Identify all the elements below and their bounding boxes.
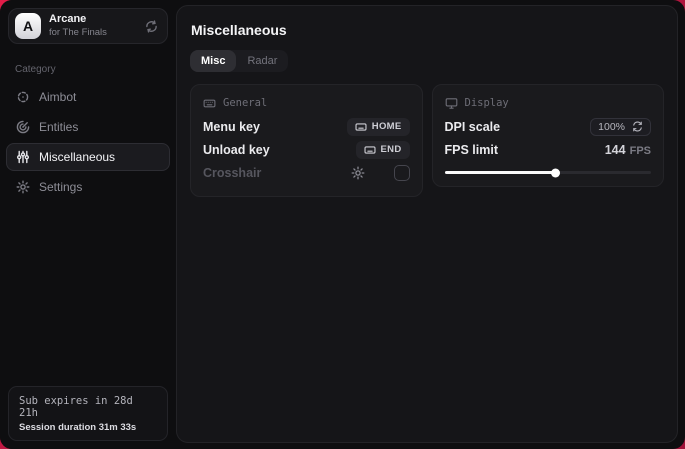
dpi-scale-value: 100%: [598, 121, 625, 133]
sidebar-item-label: Miscellaneous: [39, 150, 115, 164]
gear-icon: [351, 166, 365, 180]
radar-icon: [16, 120, 30, 134]
sliders-icon: [16, 150, 30, 164]
subscription-status-card: Sub expires in 28d 21h Session duration …: [8, 386, 168, 441]
crosshair-settings-button[interactable]: [351, 166, 365, 180]
crosshair-checkbox[interactable]: [394, 165, 410, 181]
slider-fill: [445, 171, 557, 174]
general-card-title: General: [223, 97, 267, 109]
unload-key-label: Unload key: [203, 143, 270, 157]
app-title: Arcane: [49, 13, 107, 27]
desktop-background: { "colors": { "background_red": "#e11d48…: [0, 0, 685, 449]
unload-key-binding[interactable]: END: [356, 141, 410, 159]
key-binding-value: END: [381, 144, 402, 155]
sidebar-spacer: [0, 203, 176, 378]
display-card-title: Display: [465, 97, 509, 109]
refresh-icon[interactable]: [145, 20, 158, 33]
fps-limit-label: FPS limit: [445, 143, 498, 157]
keyboard-icon: [355, 121, 367, 133]
fps-limit-readout: 144 FPS: [605, 143, 651, 157]
sidebar-item-label: Entities: [39, 120, 78, 134]
dpi-scale-selector[interactable]: 100%: [590, 118, 651, 136]
page-title: Miscellaneous: [191, 22, 664, 38]
key-binding-value: HOME: [372, 121, 402, 132]
session-duration-text: Session duration 31m 33s: [19, 422, 157, 433]
sidebar-item-entities[interactable]: Entities: [6, 113, 170, 141]
crosshair-controls: [351, 165, 410, 181]
app-window: A Arcane for The Finals Category: [0, 0, 685, 449]
settings-cards: General Menu key HOME Unload key: [190, 84, 664, 197]
dpi-scale-label: DPI scale: [445, 120, 501, 134]
general-card: General Menu key HOME Unload key: [190, 84, 423, 197]
sidebar-item-miscellaneous[interactable]: Miscellaneous: [6, 143, 170, 171]
fps-limit-value: 144: [605, 143, 626, 157]
fps-limit-slider[interactable]: [445, 171, 652, 174]
fps-limit-row: FPS limit 144 FPS: [445, 138, 652, 161]
slider-thumb[interactable]: [551, 168, 560, 177]
unload-key-row: Unload key END: [203, 138, 410, 161]
brand-card: A Arcane for The Finals: [8, 8, 168, 44]
general-card-header: General: [203, 93, 410, 113]
monitor-icon: [445, 97, 458, 110]
menu-key-binding[interactable]: HOME: [347, 118, 410, 136]
keyboard-icon: [364, 144, 376, 156]
app-subtitle: for The Finals: [49, 27, 107, 39]
keyboard-icon: [203, 97, 216, 110]
brand-text: Arcane for The Finals: [49, 13, 107, 39]
tab-bar: Misc Radar: [190, 50, 288, 72]
sidebar-item-settings[interactable]: Settings: [6, 173, 170, 201]
fps-limit-unit: FPS: [630, 145, 651, 157]
crosshair-color-swatch[interactable]: [373, 166, 386, 179]
cycle-icon: [632, 121, 643, 132]
display-card-header: Display: [445, 93, 652, 113]
crosshair-row: Crosshair: [203, 161, 410, 184]
tab-misc[interactable]: Misc: [190, 50, 236, 72]
category-label: Category: [15, 64, 161, 75]
menu-key-label: Menu key: [203, 120, 260, 134]
gear-icon: [16, 180, 30, 194]
sidebar-nav: Aimbot Entities: [0, 83, 176, 203]
display-card: Display DPI scale 100%: [432, 84, 665, 187]
app-logo: A: [15, 13, 41, 39]
dpi-scale-row: DPI scale 100%: [445, 115, 652, 138]
main-panel: Miscellaneous Misc Radar General: [176, 5, 678, 443]
sidebar: A Arcane for The Finals Category: [0, 0, 176, 449]
tab-radar[interactable]: Radar: [236, 50, 288, 72]
crosshair-label: Crosshair: [203, 166, 261, 180]
crosshair-icon: [16, 90, 30, 104]
sidebar-item-aimbot[interactable]: Aimbot: [6, 83, 170, 111]
sub-expiry-text: Sub expires in 28d 21h: [19, 395, 157, 419]
sidebar-item-label: Settings: [39, 180, 82, 194]
menu-key-row: Menu key HOME: [203, 115, 410, 138]
sidebar-item-label: Aimbot: [39, 90, 76, 104]
